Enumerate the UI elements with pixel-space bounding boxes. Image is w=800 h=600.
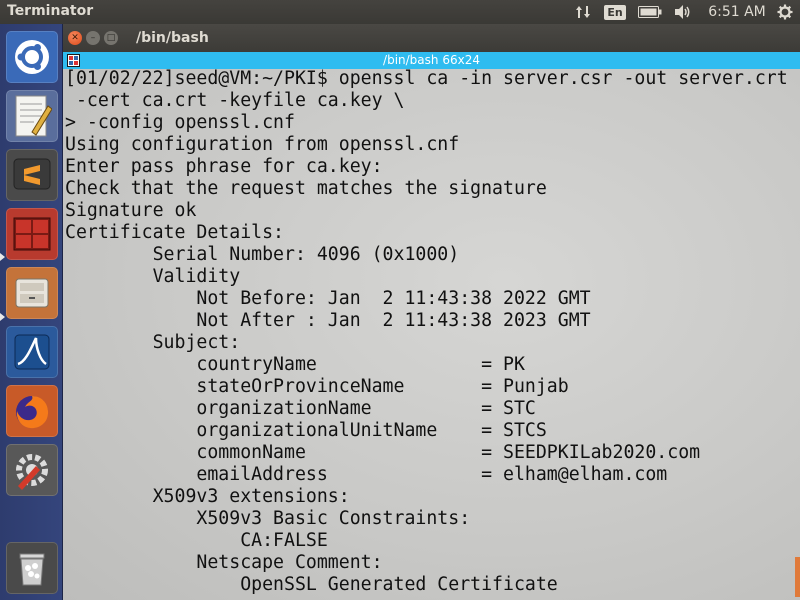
terminal-line: Check that the request matches the signa… xyxy=(65,178,547,199)
ubuntu-dash-icon[interactable] xyxy=(6,31,58,83)
sublime-text-icon[interactable] xyxy=(6,149,58,201)
terminal-line: stateOrProvinceName = Punjab xyxy=(65,376,569,397)
scrollbar-indicator[interactable] xyxy=(795,557,800,597)
wireshark-icon[interactable] xyxy=(6,326,58,378)
terminal-line: commonName = SEEDPKILab2020.com xyxy=(65,442,701,463)
maximize-icon: □ xyxy=(106,32,116,43)
terminal-line: > -config openssl.cnf xyxy=(65,112,295,133)
terminal-line: OpenSSL Generated Certificate xyxy=(65,574,558,595)
keyboard-layout-label: En xyxy=(604,4,626,20)
terminator-icon[interactable] xyxy=(6,208,58,260)
terminal-tab-title: /bin/bash 66x24 xyxy=(383,53,480,67)
trash-icon[interactable] xyxy=(6,542,58,594)
terminal-tab-bar[interactable]: /bin/bash 66x24 xyxy=(63,52,800,69)
terminal-line: Using configuration from openssl.cnf xyxy=(65,134,460,155)
keyboard-layout-indicator[interactable]: En xyxy=(604,3,626,21)
terminal-line: Certificate Details: xyxy=(65,222,284,243)
terminal-line: Netscape Comment: xyxy=(65,552,383,573)
terminal-line: organizationName = STC xyxy=(65,398,536,419)
terminal-line: X509v3 Basic Constraints: xyxy=(65,508,471,529)
terminal-line: Signature ok xyxy=(65,200,197,221)
terminal-line: CA:FALSE xyxy=(65,530,328,551)
file-manager-icon[interactable] xyxy=(6,267,58,319)
running-indicator xyxy=(0,253,5,261)
window-title: /bin/bash xyxy=(136,30,209,46)
minimize-icon: – xyxy=(90,32,96,43)
terminal-output: [01/02/22]seed@VM:~/PKI$ openssl ca -in … xyxy=(65,69,788,596)
terminal-area[interactable]: [01/02/22]seed@VM:~/PKI$ openssl ca -in … xyxy=(63,69,800,600)
terminal-line: Enter pass phrase for ca.key: xyxy=(65,156,383,177)
sort-arrows-icon[interactable] xyxy=(573,3,593,21)
text-editor-icon[interactable] xyxy=(6,90,58,142)
terminal-line: Not Before: Jan 2 11:43:38 2022 GMT xyxy=(65,288,591,309)
window-titlebar[interactable]: ✕ – □ /bin/bash xyxy=(63,24,800,52)
terminal-line: -cert ca.crt -keyfile ca.key \ xyxy=(65,90,405,111)
launcher xyxy=(0,24,63,600)
top-panel: Terminator En 6:51 AM xyxy=(0,0,800,24)
close-icon: ✕ xyxy=(71,32,79,43)
terminal-line: Validity xyxy=(65,266,241,287)
terminal-window: ✕ – □ /bin/bash /bin/bash 66x24 [01/02/2… xyxy=(63,24,800,600)
minimize-button[interactable]: – xyxy=(86,31,100,45)
terminal-line: Not After : Jan 2 11:43:38 2023 GMT xyxy=(65,310,591,331)
battery-icon[interactable] xyxy=(636,3,664,21)
terminal-line: [01/02/22]seed@VM:~/PKI$ openssl ca -in … xyxy=(65,69,788,89)
close-button[interactable]: ✕ xyxy=(68,31,82,45)
clock[interactable]: 6:51 AM xyxy=(708,3,766,21)
terminal-line: Subject: xyxy=(65,332,241,353)
system-settings-icon[interactable] xyxy=(6,444,58,496)
terminal-line: organizationalUnitName = STCS xyxy=(65,420,547,441)
running-indicator xyxy=(0,313,5,321)
gear-icon[interactable] xyxy=(775,3,795,21)
terminal-line: emailAddress = elham@elham.com xyxy=(65,464,668,485)
maximize-button[interactable]: □ xyxy=(104,31,118,45)
volume-icon[interactable] xyxy=(672,3,694,21)
terminal-line: Serial Number: 4096 (0x1000) xyxy=(65,244,460,265)
app-title: Terminator xyxy=(7,3,94,19)
firefox-icon[interactable] xyxy=(6,385,58,437)
terminal-line: X509v3 extensions: xyxy=(65,486,350,507)
terminal-line: countryName = PK xyxy=(65,354,525,375)
